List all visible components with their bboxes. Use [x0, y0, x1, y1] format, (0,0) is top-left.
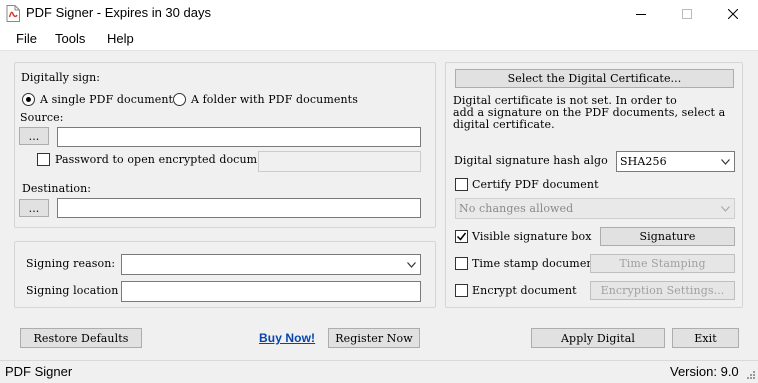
- minimize-button[interactable]: [618, 0, 664, 28]
- signing-location-label: Signing location: [26, 284, 119, 297]
- main-area: Digitally sign: A single PDF document A …: [0, 50, 758, 360]
- chevron-down-icon: [721, 159, 730, 165]
- signature-button[interactable]: Signature: [600, 227, 735, 246]
- certificate-message-line-3: digital certificate.: [453, 118, 555, 131]
- radio-single-label: A single PDF document: [40, 93, 174, 106]
- register-now-button[interactable]: Register Now: [328, 328, 420, 348]
- window-title: PDF Signer - Expires in 30 days: [26, 5, 211, 20]
- certify-label: Certify PDF document: [472, 178, 599, 191]
- password-checkbox[interactable]: [37, 153, 50, 166]
- maximize-icon: [682, 9, 692, 19]
- status-bar: PDF Signer Version: 9.0: [0, 360, 758, 383]
- status-version: Version: 9.0: [670, 364, 739, 379]
- certify-option-value: No changes allowed: [459, 202, 574, 215]
- encryption-settings-button[interactable]: Encryption Settings...: [590, 281, 735, 300]
- destination-label: Destination:: [22, 182, 92, 195]
- timestamp-checkbox[interactable]: [455, 257, 468, 270]
- certify-option-select[interactable]: No changes allowed: [455, 198, 735, 219]
- radio-folder[interactable]: [173, 93, 186, 106]
- certificate-panel: Select the Digital Certificate... Digita…: [445, 62, 743, 308]
- source-label: Source:: [20, 111, 64, 124]
- source-browse-button[interactable]: ...: [19, 127, 49, 145]
- menu-help[interactable]: Help: [107, 31, 134, 46]
- menu-tools[interactable]: Tools: [55, 31, 85, 46]
- close-button[interactable]: [710, 0, 756, 28]
- buy-now-link[interactable]: Buy Now!: [259, 331, 315, 345]
- time-stamping-button[interactable]: Time Stamping: [590, 254, 735, 273]
- chevron-down-icon: [721, 206, 730, 212]
- signing-reason-label: Signing reason:: [26, 257, 116, 270]
- minimize-icon: [636, 14, 646, 15]
- checkmark-icon: [456, 232, 467, 241]
- destination-input[interactable]: [57, 198, 421, 218]
- resize-grip-icon[interactable]: [744, 370, 756, 382]
- certify-checkbox[interactable]: [455, 178, 468, 191]
- password-input[interactable]: [258, 151, 421, 172]
- menu-file[interactable]: File: [16, 31, 37, 46]
- digitally-sign-heading: Digitally sign:: [21, 71, 101, 84]
- status-app-name: PDF Signer: [5, 364, 73, 379]
- menu-bar: File Tools Help: [0, 28, 758, 50]
- hash-algorithm-label: Digital signature hash algo: [454, 154, 608, 167]
- password-label: Password to open encrypted documer: [55, 153, 257, 166]
- signing-reason-select[interactable]: [121, 254, 421, 275]
- sign-panel: Digitally sign: A single PDF document A …: [14, 62, 436, 228]
- pdf-app-icon: [6, 5, 20, 22]
- reason-panel: Signing reason: Signing location: [14, 241, 436, 308]
- encrypt-label: Encrypt document: [472, 284, 577, 297]
- chevron-down-icon: [407, 262, 416, 268]
- timestamp-label: Time stamp document: [472, 257, 599, 270]
- source-input[interactable]: [57, 127, 421, 147]
- encrypt-checkbox[interactable]: [455, 284, 468, 297]
- radio-folder-label: A folder with PDF documents: [191, 93, 358, 106]
- signing-location-input[interactable]: [121, 281, 421, 302]
- visible-signature-checkbox[interactable]: [455, 230, 468, 243]
- apply-digital-button[interactable]: Apply Digital: [531, 328, 665, 348]
- maximize-button[interactable]: [664, 0, 710, 28]
- radio-single-document[interactable]: [22, 93, 35, 106]
- hash-algorithm-select[interactable]: SHA256: [616, 151, 735, 172]
- destination-browse-button[interactable]: ...: [19, 199, 49, 217]
- visible-signature-label: Visible signature box: [472, 230, 592, 243]
- title-bar: PDF Signer - Expires in 30 days: [0, 0, 758, 28]
- hash-algorithm-value: SHA256: [620, 155, 667, 168]
- select-certificate-button[interactable]: Select the Digital Certificate...: [455, 69, 734, 88]
- close-icon: [728, 9, 738, 19]
- exit-button[interactable]: Exit: [672, 328, 739, 348]
- restore-defaults-button[interactable]: Restore Defaults: [20, 328, 142, 348]
